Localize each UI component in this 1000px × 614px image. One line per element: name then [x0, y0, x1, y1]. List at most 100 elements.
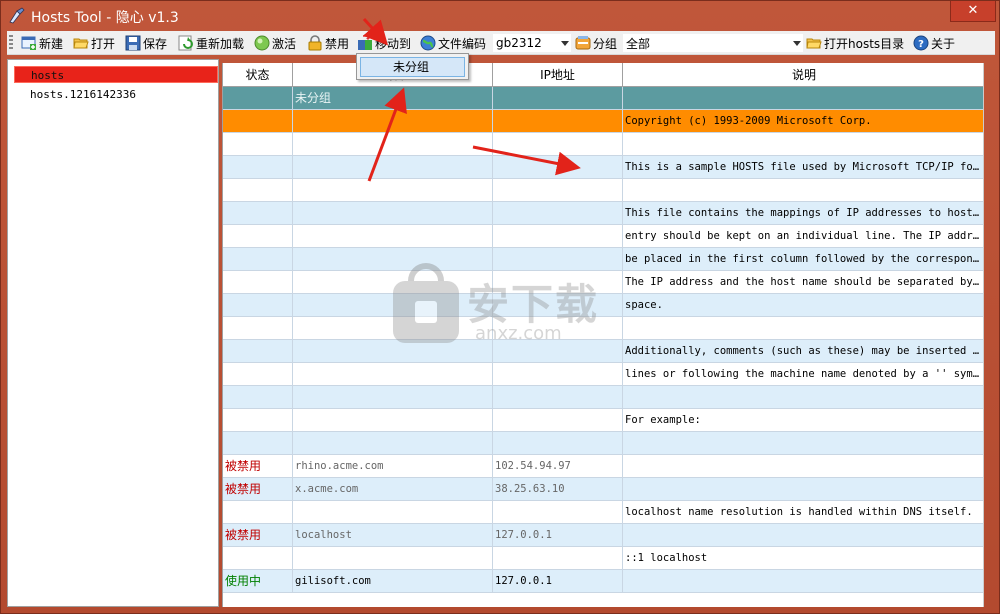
svg-text:?: ?	[918, 39, 924, 50]
disable-button[interactable]: 禁用	[307, 33, 349, 53]
save-button[interactable]: 保存	[125, 33, 167, 53]
reload-label: 重新加载	[196, 36, 245, 51]
file-encoding-button[interactable]: 文件编码	[420, 33, 486, 53]
cell-status	[223, 133, 293, 156]
cell-desc: Copyright (c) 1993-2009 Microsoft Corp.	[623, 110, 984, 133]
table-row[interactable]: 被禁用 localhost 127.0.0.1	[223, 524, 984, 547]
cell-host: localhost	[293, 524, 493, 547]
chevron-down-icon	[561, 41, 569, 46]
cell-ip	[493, 432, 623, 455]
column-header-status[interactable]: 状态	[223, 63, 293, 87]
open-hosts-dir-label: 打开hosts目录	[824, 36, 905, 51]
table-row[interactable]: 被禁用 x.acme.com 38.25.63.10	[223, 478, 984, 501]
cell-status	[223, 179, 293, 202]
encoding-select[interactable]: gb2312	[492, 33, 572, 53]
table-row[interactable]: ::1 localhost	[223, 547, 984, 570]
cell-ip	[493, 501, 623, 524]
activate-button[interactable]: 激活	[254, 33, 296, 53]
lock-icon	[307, 35, 323, 51]
cell-ip	[493, 547, 623, 570]
reload-button[interactable]: 重新加载	[178, 33, 244, 53]
cell-status	[223, 225, 293, 248]
table-row[interactable]: This is a sample HOSTS file used by Micr…	[223, 156, 984, 179]
host-file-item[interactable]: hosts	[14, 66, 218, 83]
window-title: Hosts Tool - 隐心 v1.3	[31, 10, 179, 26]
table-row[interactable]	[223, 133, 984, 156]
cell-status	[223, 363, 293, 386]
cell-status: 被禁用	[223, 455, 293, 478]
encoding-value: gb2312	[496, 36, 542, 50]
table-row[interactable]: 使用中 gilisoft.com 127.0.0.1	[223, 570, 984, 593]
cell-desc	[623, 478, 984, 501]
cell-status	[223, 294, 293, 317]
app-window: Hosts Tool - 隐心 v1.3 ✕ 新建 打开 保存 重新加载 激活 …	[0, 0, 1000, 614]
hosts-file-list: hosts hosts.1216142336	[7, 59, 219, 607]
table-row[interactable]: Copyright (c) 1993-2009 Microsoft Corp.	[223, 110, 984, 133]
cell-host	[293, 110, 493, 133]
cell-host: gilisoft.com	[293, 570, 493, 593]
cell-host: x.acme.com	[293, 478, 493, 501]
table-row[interactable]: For example:	[223, 409, 984, 432]
file-encoding-label: 文件编码	[438, 36, 487, 51]
cell-ip	[493, 409, 623, 432]
toolbar-grip[interactable]	[9, 35, 13, 51]
cell-status	[223, 202, 293, 225]
cell-status	[223, 110, 293, 133]
new-button[interactable]: 新建	[21, 33, 63, 53]
table-row[interactable]: 被禁用 rhino.acme.com 102.54.94.97	[223, 455, 984, 478]
table-row[interactable]: localhost name resolution is handled wit…	[223, 501, 984, 524]
column-header-ip[interactable]: IP地址	[493, 63, 623, 87]
cell-host: rhino.acme.com	[293, 455, 493, 478]
grid-edge	[983, 63, 984, 607]
cell-status	[223, 386, 293, 409]
cell-host	[293, 363, 493, 386]
open-folder-icon	[73, 35, 89, 51]
cell-status	[223, 87, 293, 110]
cell-ip	[493, 110, 623, 133]
group-select[interactable]: 全部	[622, 33, 804, 53]
open-button[interactable]: 打开	[73, 33, 115, 53]
new-label: 新建	[39, 36, 64, 51]
column-header-description[interactable]: 说明	[623, 63, 984, 87]
cell-desc: be placed in the first column followed b…	[623, 248, 984, 271]
cell-desc: The IP address and the host name should …	[623, 271, 984, 294]
group-header-row[interactable]: 未分组	[223, 87, 984, 110]
table-row[interactable]	[223, 432, 984, 455]
cell-ip: 127.0.0.1	[493, 524, 623, 547]
activate-icon	[254, 35, 270, 51]
cell-desc	[623, 87, 984, 110]
group-button[interactable]: 分组	[575, 33, 617, 53]
menu-item-ungrouped[interactable]: 未分组	[360, 57, 465, 77]
activate-label: 激活	[272, 36, 297, 51]
cell-ip	[493, 87, 623, 110]
cell-desc	[623, 179, 984, 202]
table-row[interactable]: lines or following the machine name deno…	[223, 363, 984, 386]
cell-host	[293, 386, 493, 409]
cell-desc	[623, 455, 984, 478]
cell-desc	[623, 133, 984, 156]
cell-ip	[493, 156, 623, 179]
open-hosts-dir-button[interactable]: 打开hosts目录	[806, 33, 904, 53]
table-row[interactable]	[223, 386, 984, 409]
move-icon	[357, 35, 373, 51]
cell-desc	[623, 386, 984, 409]
table-row[interactable]: This file contains the mappings of IP ad…	[223, 202, 984, 225]
table-row[interactable]	[223, 179, 984, 202]
group-value: 全部	[626, 36, 651, 51]
cell-desc: ::1 localhost	[623, 547, 984, 570]
move-to-button[interactable]: 移动到	[357, 33, 411, 53]
about-button[interactable]: ? 关于	[913, 33, 955, 53]
reload-icon	[178, 35, 194, 51]
toolbar: 新建 打开 保存 重新加载 激活 禁用 移动到 文件编码 gb2312 分组 全…	[7, 31, 995, 55]
cell-host	[293, 133, 493, 156]
cell-desc: localhost name resolution is handled wit…	[623, 501, 984, 524]
cell-status	[223, 156, 293, 179]
close-button[interactable]: ✕	[950, 1, 996, 22]
cell-host	[293, 432, 493, 455]
group-icon	[575, 35, 591, 51]
cell-desc	[623, 317, 984, 340]
cell-desc	[623, 524, 984, 547]
table-row[interactable]: entry should be kept on an individual li…	[223, 225, 984, 248]
host-file-item[interactable]: hosts.1216142336	[14, 86, 218, 103]
cell-desc: entry should be kept on an individual li…	[623, 225, 984, 248]
